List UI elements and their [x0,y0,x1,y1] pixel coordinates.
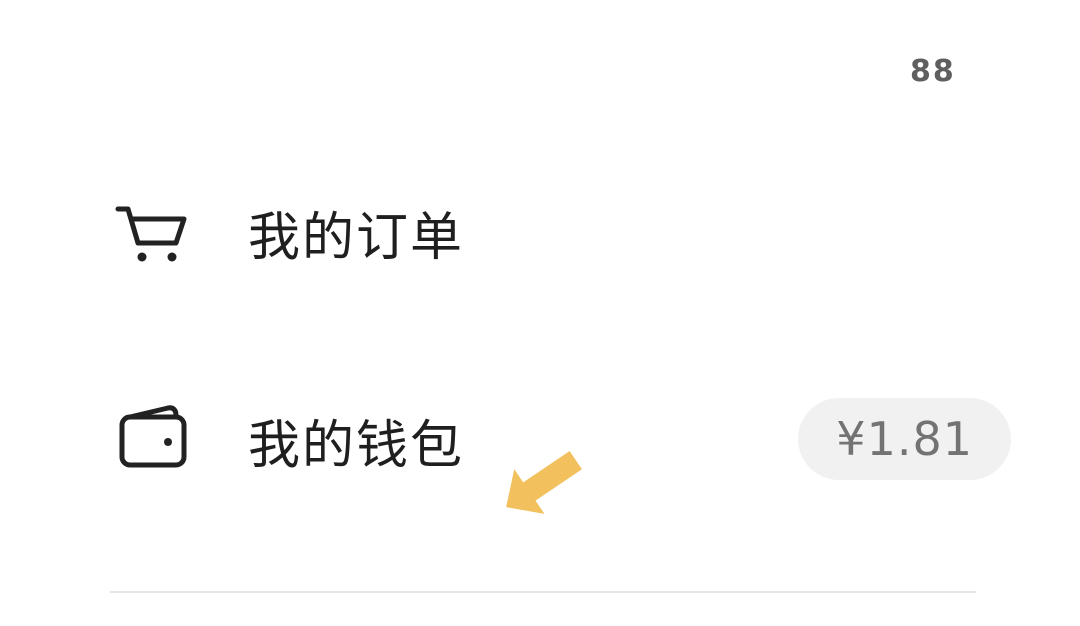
menu-item-label: 我的钱包 [248,415,465,476]
shopping-cart-icon [110,189,196,275]
menu-item-label: 我的订单 [248,207,465,268]
top-count: 88 [910,54,956,89]
menu-item-orders[interactable]: 我的订单 [110,162,1010,302]
divider [110,591,976,593]
wallet-icon [110,397,196,483]
pointer-arrow-icon [490,450,600,540]
wallet-balance-badge[interactable]: ¥1.81 [798,398,1011,480]
